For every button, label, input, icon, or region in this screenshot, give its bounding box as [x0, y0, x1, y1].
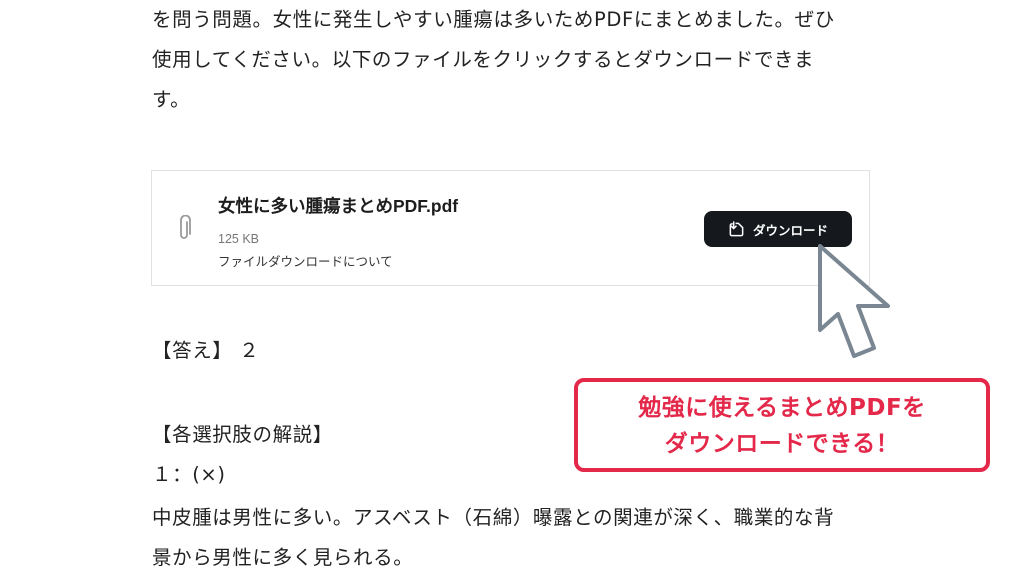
option-label: １：(×) [152, 463, 226, 486]
explanation-paragraph: 中皮腫は男性に多い。アスベスト（石綿）曝露との関連が深く、職業的な背 景から男性… [152, 498, 872, 578]
intro-line: 使用してください。以下のファイルをクリックするとダウンロードできま [152, 48, 815, 71]
intro-line: を問う問題。女性に発生しやすい腫瘍は多いためPDFにまとめました。ぜひ [152, 8, 835, 31]
callout-line: 勉強に使えるまとめPDFを [638, 395, 926, 421]
intro-paragraph: を問う問題。女性に発生しやすい腫瘍は多いためPDFにまとめました。ぜひ 使用して… [152, 0, 872, 120]
file-name[interactable]: 女性に多い腫瘍まとめPDF.pdf [218, 193, 458, 218]
download-help-link[interactable]: ファイルダウンロードについて [218, 251, 393, 270]
promo-callout: 勉強に使えるまとめPDFを ダウンロードできる！ [574, 378, 990, 472]
file-size: 125 KB [218, 232, 260, 246]
answer-text: 【答え】 ２ [152, 339, 260, 362]
mouse-pointer-icon [818, 244, 890, 358]
file-download-card: 女性に多い腫瘍まとめPDF.pdf 125 KB ファイルダウンロードについて … [151, 170, 870, 286]
paperclip-icon [180, 215, 191, 239]
explanation-line: 景から男性に多く見られる。 [152, 546, 414, 569]
download-icon [729, 220, 744, 236]
download-button-label: ダウンロード [752, 222, 828, 238]
callout-line: ダウンロードできる！ [664, 431, 900, 457]
intro-line: す。 [152, 88, 191, 111]
explanation-line: 中皮腫は男性に多い。アスベスト（石綿）曝露との関連が深く、職業的な背 [152, 506, 835, 529]
explanation-heading: 【各選択肢の解説】 [152, 423, 333, 446]
